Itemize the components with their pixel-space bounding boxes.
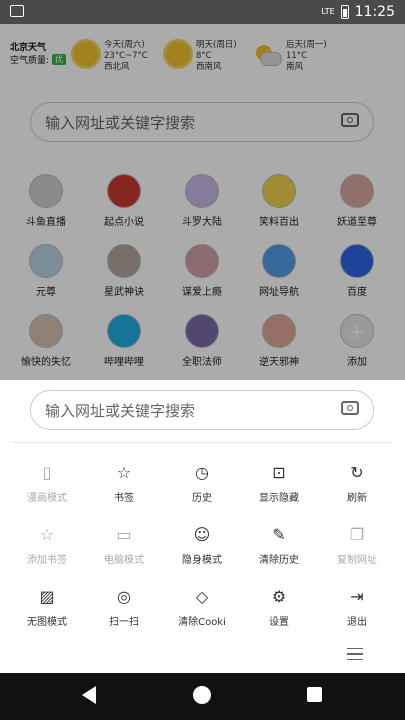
- comic-mode-button[interactable]: ▯ 漫画模式: [8, 462, 86, 504]
- camera-icon: ◎: [117, 587, 131, 606]
- show-hidden-button[interactable]: ⊡ 显示隐藏: [240, 462, 318, 504]
- scan-button[interactable]: ◎ 扫一扫: [85, 586, 163, 628]
- add-bookmark-button[interactable]: ☆ 添加书签: [8, 524, 86, 566]
- battery-icon: [340, 5, 349, 19]
- mask-icon: ☺: [193, 525, 211, 544]
- image-icon: ▨: [39, 587, 55, 606]
- no-image-mode-button[interactable]: ▨ 无图模式: [8, 586, 86, 628]
- eraser-icon: ◇: [195, 587, 209, 606]
- bottom-sheet-menu: 输入网址或关键字搜索 ▯ 漫画模式 ☆ 书签 ◷ 历史 ⊡ 显示隐藏 ↻ 刷新 …: [0, 380, 405, 642]
- settings-button[interactable]: ⚙ 设置: [240, 586, 318, 628]
- exit-button[interactable]: ⇥ 退出: [318, 586, 396, 628]
- star-icon: ☆: [116, 463, 132, 482]
- home-icon[interactable]: [193, 686, 211, 704]
- refresh-button[interactable]: ↻ 刷新: [318, 462, 396, 504]
- incognito-mode-button[interactable]: ☺ 隐身模式: [163, 524, 241, 566]
- modal-overlay[interactable]: [0, 24, 405, 380]
- broom-icon: ✎: [272, 525, 286, 544]
- clear-history-button[interactable]: ✎ 清除历史: [240, 524, 318, 566]
- desktop-mode-button[interactable]: ▭ 电脑模式: [85, 524, 163, 566]
- monitor-icon: ▭: [116, 525, 132, 544]
- search-placeholder: 输入网址或关键字搜索: [45, 402, 196, 420]
- back-icon[interactable]: [82, 686, 96, 704]
- copy-icon: ❐: [349, 525, 365, 544]
- android-nav-bar: [0, 673, 405, 720]
- status-bar: LTE 11:25: [0, 0, 405, 24]
- star-add-icon: ☆: [39, 525, 55, 544]
- book-icon: ▯: [42, 463, 52, 482]
- history-button[interactable]: ◷ 历史: [163, 462, 241, 504]
- refresh-icon: ↻: [350, 463, 364, 482]
- camera-icon[interactable]: [341, 401, 359, 415]
- sd-card-icon: [10, 5, 24, 17]
- copy-url-button[interactable]: ❐ 复制网址: [318, 524, 396, 566]
- hamburger-menu-icon[interactable]: [347, 648, 363, 660]
- clear-cookies-button[interactable]: ◇ 清除Cooki: [163, 586, 241, 628]
- exit-icon: ⇥: [350, 587, 364, 606]
- bookmarks-button[interactable]: ☆ 书签: [85, 462, 163, 504]
- divider: [12, 442, 393, 443]
- clock: 11:25: [354, 4, 395, 20]
- lock-icon: ⊡: [272, 463, 286, 482]
- clock-icon: ◷: [195, 463, 209, 482]
- menu-footer: [0, 642, 405, 673]
- search-input[interactable]: 输入网址或关键字搜索: [30, 390, 374, 430]
- recent-apps-icon[interactable]: [307, 687, 322, 702]
- network-type: LTE: [321, 7, 335, 16]
- gear-icon: ⚙: [271, 587, 287, 606]
